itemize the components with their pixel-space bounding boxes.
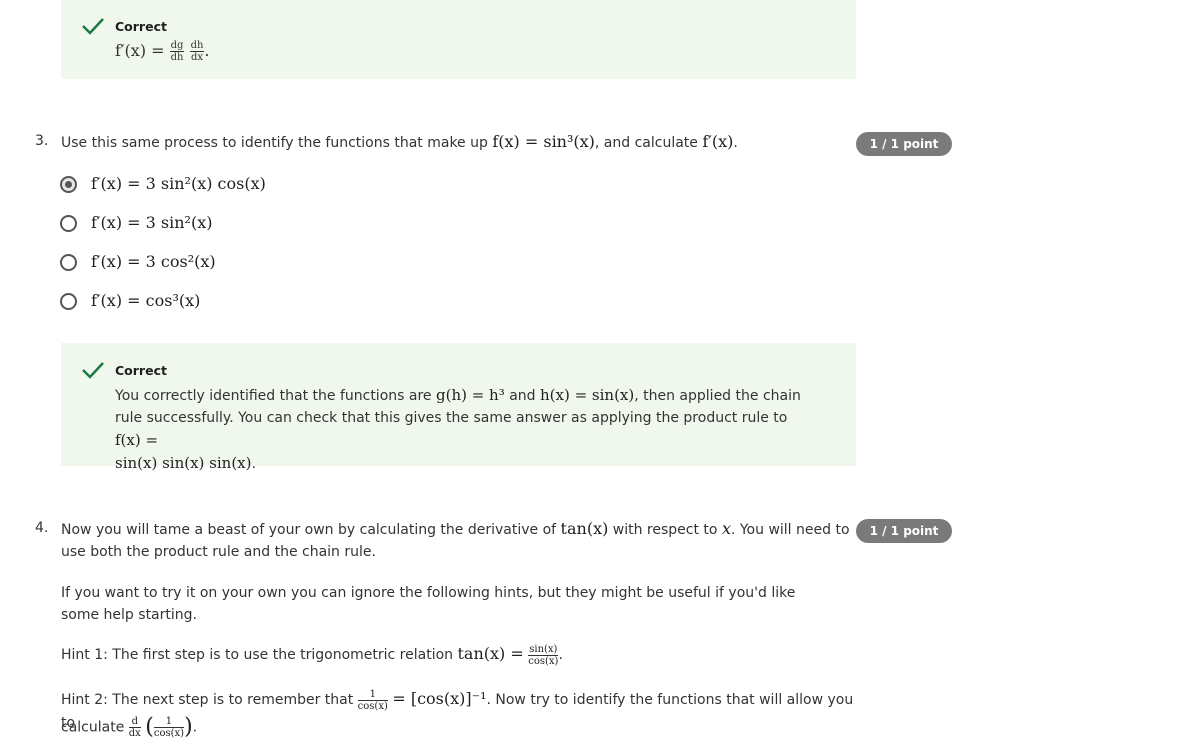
- check-icon: [82, 18, 104, 35]
- feedback-text: You correctly identified that the functi…: [115, 386, 801, 472]
- option-label: f′(x) = cos³(x): [91, 291, 201, 310]
- points-badge: 1 / 1 point: [856, 519, 952, 543]
- radio[interactable]: [60, 215, 77, 232]
- feedback-formula: f′(x) = dg dh dh dx.: [115, 40, 210, 63]
- hint-2-continued: calculate d dx (1 cos(x)).: [61, 714, 198, 740]
- check-icon: [82, 362, 104, 379]
- question-text: Now you will tame a beast of your own by…: [61, 519, 850, 560]
- feedback-title: Correct: [115, 19, 167, 34]
- radio[interactable]: [60, 254, 77, 271]
- question-text: Use this same process to identify the fu…: [61, 132, 738, 151]
- feedback-title: Correct: [115, 363, 167, 378]
- question-number: 4.: [35, 520, 49, 536]
- option-label: f′(x) = 3 sin²(x) cos(x): [91, 174, 266, 193]
- radio-selected[interactable]: [60, 176, 77, 193]
- feedback-q3: Correct You correctly identified that th…: [61, 343, 856, 472]
- paragraph: If you want to try it on your own you ca…: [61, 585, 796, 623]
- points-badge: 1 / 1 point: [856, 132, 952, 156]
- option-label: f′(x) = 3 sin²(x): [91, 213, 213, 232]
- hint-1: Hint 1: The first step is to use the tri…: [61, 643, 563, 667]
- feedback-q2: Correct f′(x) = dg dh dh dx.: [61, 0, 856, 79]
- radio[interactable]: [60, 293, 77, 310]
- question-number: 3.: [35, 133, 49, 149]
- option-label: f′(x) = 3 cos²(x): [91, 252, 216, 271]
